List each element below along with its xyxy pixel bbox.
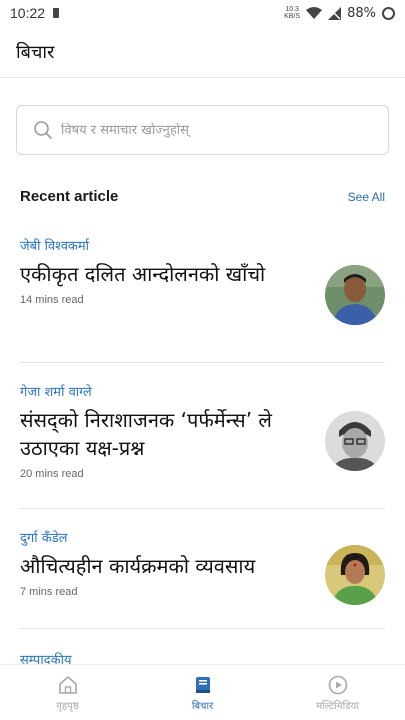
article-item[interactable]: दुर्गा कँडेल औचित्यहीन कार्यक्रमको व्यवस…	[20, 528, 385, 605]
section-title: Recent article	[20, 188, 119, 205]
search-box[interactable]	[16, 105, 389, 155]
divider	[20, 362, 385, 363]
see-all-link[interactable]: See All	[348, 190, 385, 204]
recent-article-header: Recent article See All	[20, 188, 385, 205]
network-rate-value: 10.3	[285, 6, 299, 13]
article-author[interactable]: दुर्गा कँडेल	[20, 528, 385, 546]
network-rate-unit: KB/S	[284, 13, 301, 20]
divider	[20, 508, 385, 509]
sim-card-icon	[53, 8, 60, 18]
nav-item-bichar[interactable]: बिचार	[135, 665, 270, 720]
battery-icon	[382, 6, 395, 20]
play-circle-icon	[328, 675, 347, 694]
nav-item-multimedia[interactable]: मल्टिमिडिया	[270, 665, 405, 720]
article-author[interactable]: जेबी विश्वकर्मा	[20, 236, 385, 254]
app-bar: बिचार	[0, 26, 405, 78]
bottom-navigation: गृहपृष्ठ बिचार मल्टिमिडिया	[0, 664, 405, 720]
article-headline[interactable]: एकीकृत दलित आन्दोलनको खाँचो	[20, 260, 305, 288]
search-input[interactable]	[61, 122, 361, 138]
author-avatar	[325, 545, 385, 605]
page-title: बिचार	[16, 41, 55, 63]
status-bar: 10:22 10.3 KB/S 88%	[0, 0, 405, 26]
wifi-icon	[306, 7, 323, 19]
nav-item-home[interactable]: गृहपृष्ठ	[0, 665, 135, 720]
book-icon	[195, 676, 210, 693]
home-icon	[58, 675, 77, 694]
article-item[interactable]: गेजा शर्मा वाग्ले संसद्को निराशाजनक ‘पर्…	[20, 382, 385, 480]
network-rate: 10.3 KB/S	[284, 6, 300, 20]
nav-label-bichar: बिचार	[191, 700, 214, 712]
article-headline[interactable]: संसद्को निराशाजनक ‘पर्फर्मेन्स’ ले उठाएक…	[20, 406, 305, 462]
signal-icon	[328, 6, 342, 20]
author-avatar	[325, 265, 385, 325]
nav-label-home: गृहपृष्ठ	[56, 700, 79, 712]
article-read-time: 20 mins read	[20, 468, 84, 480]
author-avatar	[325, 411, 385, 471]
battery-percent: 88%	[347, 5, 376, 21]
article-author[interactable]: गेजा शर्मा वाग्ले	[20, 382, 385, 400]
divider	[20, 628, 385, 629]
status-icons: 10.3 KB/S 88%	[284, 6, 395, 21]
status-time: 10:22	[10, 5, 46, 21]
article-headline[interactable]: औचित्यहीन कार्यक्रमको व्यवसाय	[20, 552, 305, 580]
search-icon	[34, 121, 52, 139]
nav-label-multimedia: मल्टिमिडिया	[316, 700, 359, 712]
article-item[interactable]: जेबी विश्वकर्मा एकीकृत दलित आन्दोलनको खा…	[20, 236, 385, 325]
